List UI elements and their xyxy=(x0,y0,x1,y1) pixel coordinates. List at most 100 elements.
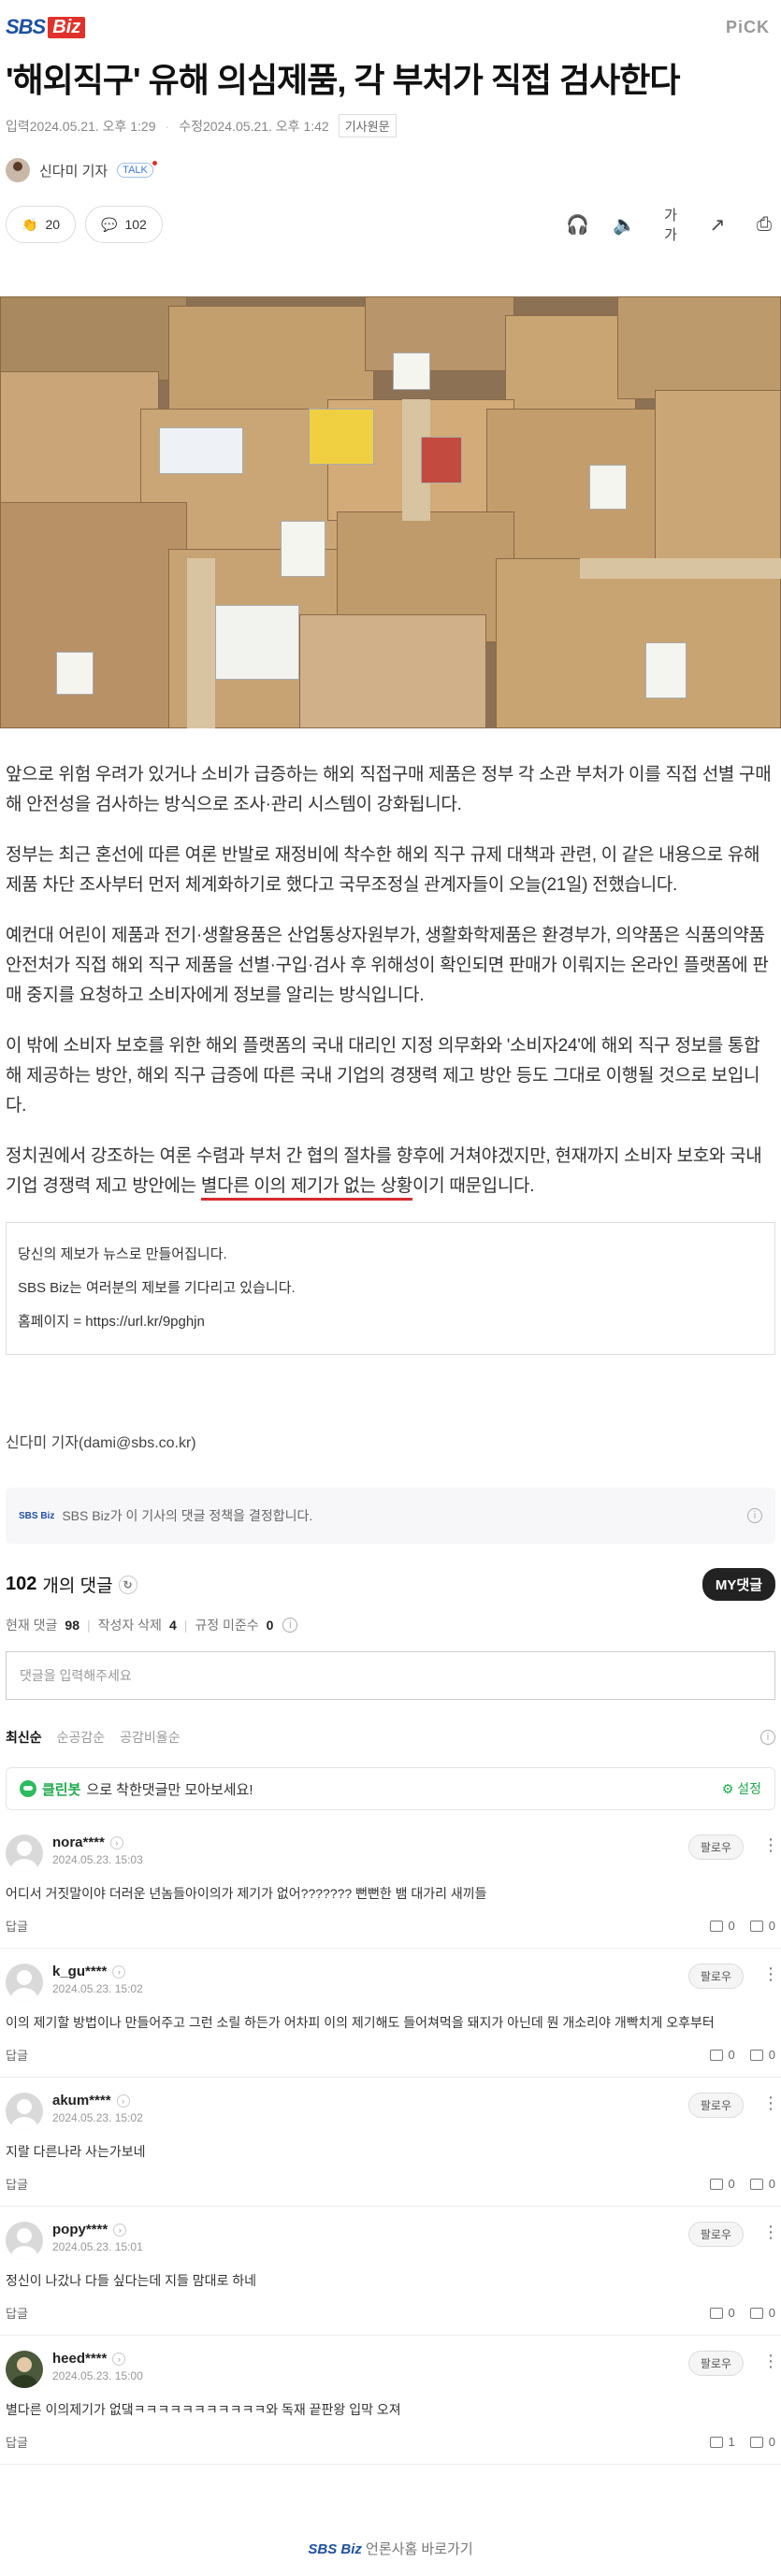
logo-biz: Biz xyxy=(48,16,86,38)
sort-tab-latest[interactable]: 최신순 xyxy=(6,1728,42,1747)
thumbs-down-icon xyxy=(749,1920,763,1932)
top-bar: SBS Biz PiCK xyxy=(0,0,781,54)
reaction-count: 20 xyxy=(45,217,61,232)
thumbs-up-icon xyxy=(709,2178,723,2190)
comment-list: nora**** › 2024.05.23. 15:03 팔로우 ⋮ 어디서 거짓… xyxy=(0,1820,781,2465)
article-paragraph: 예컨대 어린이 제품과 전기·생활용품은 산업통상자원부가, 생활화학제품은 환… xyxy=(6,926,769,1005)
info-icon[interactable]: i xyxy=(760,1730,775,1745)
comment-date: 2024.05.23. 15:01 xyxy=(52,2240,143,2253)
thumbs-down-icon xyxy=(749,2049,763,2061)
chevron-right-icon[interactable]: › xyxy=(112,1964,126,1979)
sbs-biz-logo[interactable]: SBS Biz xyxy=(6,15,86,39)
comment-input[interactable]: 댓글을 입력해주세요 xyxy=(6,1651,775,1700)
dislike-button[interactable]: 0 xyxy=(749,2177,775,2191)
comment-nickname[interactable]: heed**** xyxy=(52,2351,107,2367)
comment-nickname[interactable]: k_gu**** xyxy=(52,1964,107,1979)
reply-button[interactable]: 답글 xyxy=(6,1917,28,1935)
like-button[interactable]: 0 xyxy=(709,2177,735,2191)
follow-button[interactable]: 팔로우 xyxy=(687,2093,744,2118)
dislike-button[interactable]: 0 xyxy=(749,1919,775,1933)
dislike-button[interactable]: 0 xyxy=(749,2048,775,2062)
like-button[interactable]: 0 xyxy=(709,2306,735,2320)
chevron-right-icon[interactable]: › xyxy=(116,2094,130,2108)
more-options-icon[interactable]: ⋮ xyxy=(762,2351,779,2371)
chevron-right-icon[interactable]: › xyxy=(112,2352,126,2366)
comment-item: popy**** › 2024.05.23. 15:01 팔로우 ⋮ 정신이 나갔… xyxy=(0,2207,781,2336)
comment-count: 102 xyxy=(124,217,147,232)
article-paragraph-last: 정치권에서 강조하는 여론 수렴과 부처 간 협의 절차를 향후에 거쳐야겠지만… xyxy=(6,1146,762,1196)
reaction-button[interactable]: 👏 20 xyxy=(6,206,77,243)
avatar[interactable] xyxy=(6,1835,43,1872)
more-options-icon[interactable]: ⋮ xyxy=(762,1964,779,1984)
highlighted-phrase: 별다른 이의 제기가 없는 상황 xyxy=(200,1176,412,1196)
reporter-avatar[interactable] xyxy=(6,158,30,182)
headphone-icon[interactable]: 🎧 xyxy=(566,213,589,237)
reporter-byline: 신다미 기자(dami@sbs.co.kr) xyxy=(6,1435,196,1451)
share-icon[interactable]: ↗ xyxy=(706,213,729,237)
chevron-right-icon[interactable]: › xyxy=(109,1835,123,1849)
comment-count-button[interactable]: 💬 102 xyxy=(85,206,163,243)
reply-button[interactable]: 답글 xyxy=(6,2046,28,2064)
thumbs-down-icon xyxy=(749,2178,763,2190)
font-size-icon[interactable]: 가가 xyxy=(659,205,682,244)
refresh-icon[interactable]: ↻ xyxy=(118,1575,137,1594)
my-comments-button[interactable]: MY댓글 xyxy=(701,1568,775,1601)
comment-item: k_gu**** › 2024.05.23. 15:02 팔로우 ⋮ 이의 제기할… xyxy=(0,1949,781,2078)
article-paragraph: 정부는 최근 혼선에 따른 여론 반발로 재정비에 착수한 해외 직구 규제 대… xyxy=(6,845,760,895)
follow-button[interactable]: 팔로우 xyxy=(687,1964,744,1989)
avatar[interactable] xyxy=(6,2222,43,2259)
press-home-link[interactable]: SBS Biz 언론사홈 바로가기 xyxy=(0,2539,781,2558)
article-paragraph: 앞으로 위험 우려가 있거나 소비가 급증하는 해외 직접구매 제품은 정부 각… xyxy=(6,765,772,814)
avatar[interactable] xyxy=(6,2351,43,2388)
cleanbot-settings-button[interactable]: ⚙ 설정 xyxy=(722,1779,761,1798)
comment-nickname[interactable]: popy**** xyxy=(52,2222,108,2238)
speaker-icon[interactable]: 🔈 xyxy=(613,213,636,237)
article-paragraph: 이 밖에 소비자 보호를 위한 해외 플랫폼의 국내 대리인 지정 의무화와 '… xyxy=(6,1036,760,1115)
reporter-name[interactable]: 신다미 기자 xyxy=(39,161,108,180)
pick-label[interactable]: PiCK xyxy=(726,18,770,37)
article-title: '해외직구' 유해 의심제품, 각 부처가 직접 검사한다 xyxy=(6,61,681,99)
comment-policy-banner: SBS Biz SBS Biz가 이 기사의 댓글 정책을 결정합니다. i xyxy=(6,1488,775,1544)
more-options-icon[interactable]: ⋮ xyxy=(762,2093,779,2113)
dislike-button[interactable]: 0 xyxy=(749,2435,775,2449)
like-button[interactable]: 0 xyxy=(709,1919,735,1933)
like-button[interactable]: 0 xyxy=(709,2048,735,2062)
reply-button[interactable]: 답글 xyxy=(6,2175,28,2193)
reply-button[interactable]: 답글 xyxy=(6,2433,28,2451)
comment-text: 어디서 거짓말이야 더러운 년놈들아이의가 제기가 없어??????? 뻔뻔한 … xyxy=(6,1886,487,1901)
dislike-button[interactable]: 0 xyxy=(749,2306,775,2320)
original-article-button[interactable]: 기사원문 xyxy=(338,114,397,137)
tip-box: 당신의 제보가 뉴스로 만들어집니다. SBS Biz는 여러분의 제보를 기다… xyxy=(6,1222,775,1355)
policy-logo: SBS Biz xyxy=(19,1510,55,1521)
info-icon[interactable]: i xyxy=(282,1618,298,1633)
tip-link[interactable]: 홈페이지 = https://url.kr/9pghjn xyxy=(18,1305,763,1339)
avatar[interactable] xyxy=(6,1964,43,2001)
chevron-right-icon[interactable]: › xyxy=(113,2223,127,2237)
follow-button[interactable]: 팔로우 xyxy=(687,1835,744,1860)
sort-tab-ratio[interactable]: 공감비율순 xyxy=(120,1728,180,1747)
article-meta: 입력2024.05.21. 오후 1:29 · 수정2024.05.21. 오후… xyxy=(0,103,781,137)
comment-date: 2024.05.23. 15:03 xyxy=(52,1853,143,1866)
follow-button[interactable]: 팔로우 xyxy=(687,2222,744,2247)
more-options-icon[interactable]: ⋮ xyxy=(762,2222,779,2242)
thumbs-up-icon xyxy=(709,2436,723,2448)
print-icon[interactable]: ⎙ xyxy=(753,214,775,236)
talk-badge[interactable]: TALK xyxy=(117,161,157,178)
comment-item: heed**** › 2024.05.23. 15:00 팔로우 ⋮ 별다른 이의… xyxy=(0,2336,781,2465)
comment-nickname[interactable]: akum**** xyxy=(52,2093,111,2108)
sort-tab-likes[interactable]: 순공감순 xyxy=(57,1728,106,1747)
reporter-row: 신다미 기자 TALK xyxy=(0,137,781,182)
edit-date: 수정2024.05.21. 오후 1:42 xyxy=(179,118,329,134)
thumbs-up-icon xyxy=(709,1920,723,1932)
reply-button[interactable]: 답글 xyxy=(6,2304,28,2322)
like-button[interactable]: 1 xyxy=(709,2435,735,2449)
cleanbot-banner: 클린봇 으로 착한댓글만 모아보세요! ⚙ 설정 xyxy=(6,1767,775,1810)
tip-line: 당신의 제보가 뉴스로 만들어집니다. xyxy=(18,1246,227,1262)
follow-button[interactable]: 팔로우 xyxy=(687,2351,744,2376)
avatar[interactable] xyxy=(6,2093,43,2130)
comment-item: akum**** › 2024.05.23. 15:02 팔로우 ⋮ 지랄 다른나… xyxy=(0,2078,781,2207)
more-options-icon[interactable]: ⋮ xyxy=(762,1835,779,1855)
info-icon[interactable]: i xyxy=(747,1508,762,1523)
comment-nickname[interactable]: nora**** xyxy=(52,1835,105,1850)
reaction-emoji-icon: 👏 xyxy=(22,216,38,232)
